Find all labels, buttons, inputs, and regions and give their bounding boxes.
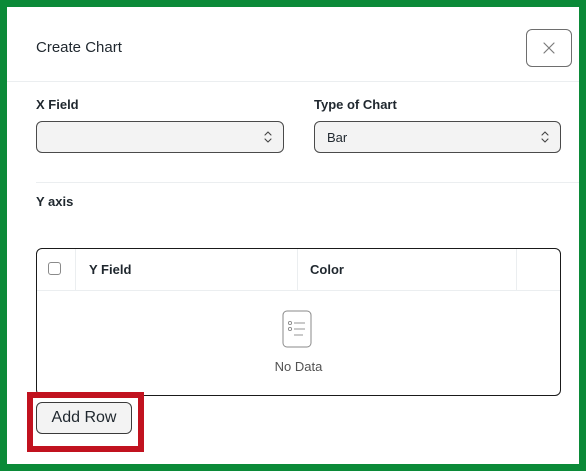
no-data-text: No Data [274,359,323,374]
column-separator [75,249,76,290]
grid-header-row: Y Field Color [37,249,560,291]
highlight-box [27,392,144,452]
select-all-checkbox[interactable] [48,262,61,275]
chart-type-select[interactable]: Bar [314,121,561,153]
x-field-label: X Field [36,97,79,112]
chart-type-label: Type of Chart [314,97,397,112]
close-button[interactable] [526,29,572,67]
list-icon [282,310,312,348]
x-field-select[interactable] [36,121,284,153]
dialog-header: Create Chart [7,7,579,82]
y-axis-grid: Y Field Color No Data [36,248,561,396]
section-divider [36,182,579,183]
column-header-color: Color [310,262,344,277]
chevron-updown-icon [264,131,272,143]
chart-type-value: Bar [327,130,348,145]
column-separator [297,249,298,290]
close-icon [543,42,555,54]
chevron-updown-icon [541,131,549,143]
column-separator [516,249,517,290]
dialog-title: Create Chart [36,39,122,56]
y-axis-label: Y axis [36,194,74,209]
column-header-y-field: Y Field [89,262,132,277]
